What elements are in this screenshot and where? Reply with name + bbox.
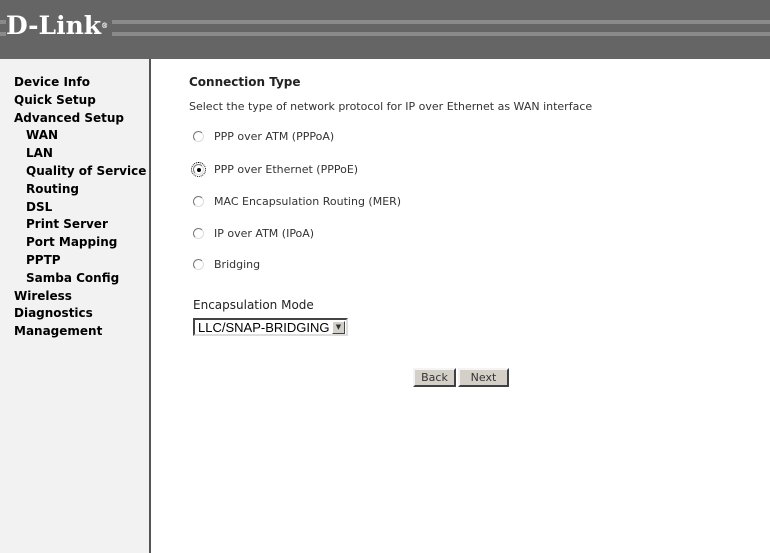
- sidebar-item-lan[interactable]: LAN: [0, 145, 149, 163]
- radio-button[interactable]: [193, 196, 204, 207]
- radio-button[interactable]: [193, 228, 204, 239]
- dlink-logo: D-Link®: [6, 11, 113, 40]
- option-label: PPP over ATM (PPPoA): [214, 130, 335, 143]
- sidebar-item-diagnostics[interactable]: Diagnostics: [0, 305, 149, 323]
- sidebar-item-pptp[interactable]: PPTP: [0, 252, 149, 270]
- sidebar-item-management[interactable]: Management: [0, 323, 149, 341]
- main-content: Connection Type Select the type of netwo…: [152, 59, 770, 553]
- connection-type-option[interactable]: PPP over ATM (PPPoA): [193, 130, 334, 143]
- header: D-Link®: [0, 0, 770, 59]
- sidebar-item-samba-config[interactable]: Samba Config: [0, 270, 149, 288]
- logo-text: D-Link: [6, 11, 102, 40]
- radio-button[interactable]: [191, 162, 206, 177]
- radio-button[interactable]: [193, 131, 204, 142]
- chevron-down-icon[interactable]: ▼: [332, 320, 345, 334]
- page-description: Select the type of network protocol for …: [189, 100, 593, 113]
- sidebar-item-wireless[interactable]: Wireless: [0, 288, 149, 306]
- sidebar-item-port-mapping[interactable]: Port Mapping: [0, 234, 149, 252]
- connection-type-option[interactable]: MAC Encapsulation Routing (MER): [193, 195, 401, 208]
- sidebar-item-advanced-setup[interactable]: Advanced Setup: [0, 110, 149, 128]
- sidebar-item-dsl[interactable]: DSL: [0, 199, 149, 217]
- sidebar-item-wan[interactable]: WAN: [0, 127, 149, 145]
- encapsulation-mode-value: LLC/SNAP-BRIDGING: [198, 319, 330, 335]
- option-label: MAC Encapsulation Routing (MER): [214, 195, 402, 208]
- sidebar-item-device-info[interactable]: Device Info: [0, 74, 149, 92]
- encapsulation-mode-label: Encapsulation Mode: [193, 298, 314, 312]
- connection-type-option[interactable]: Bridging: [193, 258, 260, 271]
- connection-type-option[interactable]: PPP over Ethernet (PPPoE): [191, 162, 359, 177]
- option-label: Bridging: [214, 258, 261, 271]
- option-label: PPP over Ethernet (PPPoE): [214, 163, 359, 176]
- header-stripe: [0, 20, 770, 24]
- header-stripe: [0, 32, 770, 36]
- sidebar-item-routing[interactable]: Routing: [0, 181, 149, 199]
- sidebar-item-quality-of-service[interactable]: Quality of Service: [0, 163, 149, 181]
- connection-type-option[interactable]: IP over ATM (IPoA): [193, 227, 314, 240]
- back-button[interactable]: Back: [413, 368, 456, 387]
- option-label: IP over ATM (IPoA): [214, 227, 315, 240]
- page-title: Connection Type: [189, 75, 301, 89]
- encapsulation-mode-select[interactable]: LLC/SNAP-BRIDGING ▼: [193, 318, 348, 336]
- sidebar: Device Info Quick Setup Advanced Setup WAN L…: [0, 59, 151, 553]
- sidebar-item-quick-setup[interactable]: Quick Setup: [0, 92, 149, 110]
- sidebar-item-print-server[interactable]: Print Server: [0, 216, 149, 234]
- radio-button[interactable]: [193, 259, 204, 270]
- next-button[interactable]: Next: [458, 368, 509, 387]
